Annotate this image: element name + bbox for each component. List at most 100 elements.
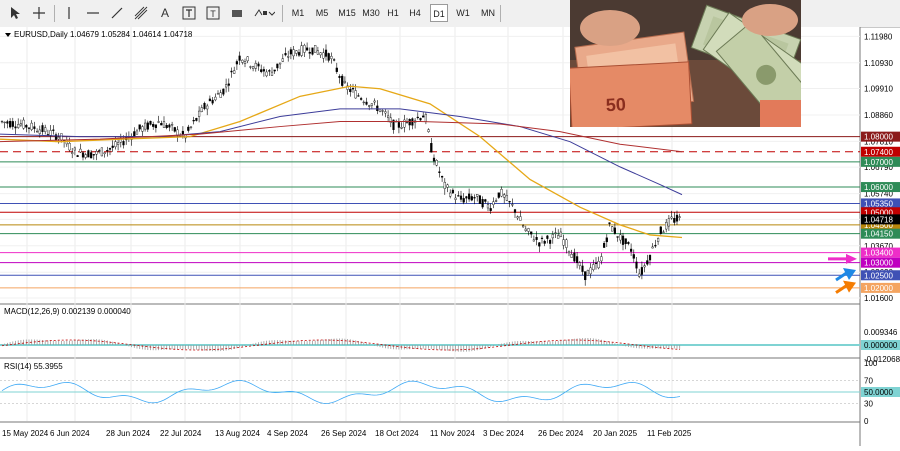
- candle: [276, 63, 279, 69]
- timeframe-d1[interactable]: D1: [430, 4, 448, 22]
- candle: [562, 239, 565, 246]
- date-tick: 26 Dec 2024: [538, 429, 584, 438]
- candle: [8, 121, 12, 128]
- candle: [71, 152, 74, 154]
- level-label: 1.03000: [861, 257, 900, 268]
- candle: [527, 228, 530, 232]
- candle: [630, 248, 633, 252]
- candle: [211, 99, 214, 104]
- candle: [376, 105, 379, 111]
- candle: [443, 181, 446, 189]
- date-tick: 11 Nov 2024: [430, 429, 475, 438]
- timeframe-w1[interactable]: W1: [454, 4, 472, 22]
- candle: [616, 236, 619, 238]
- level-label: 1.04150: [861, 228, 900, 239]
- candle: [262, 69, 265, 72]
- horizontal-line-icon[interactable]: [84, 3, 102, 23]
- label-icon[interactable]: T: [204, 3, 222, 23]
- candle: [489, 208, 492, 211]
- timeframe-m5[interactable]: M5: [312, 4, 332, 22]
- candle: [373, 100, 376, 103]
- candle: [665, 222, 668, 230]
- candle: [233, 70, 236, 74]
- candle: [387, 115, 390, 118]
- candle: [33, 126, 36, 129]
- timeframe-h4[interactable]: H4: [406, 4, 424, 22]
- text-icon[interactable]: A: [156, 3, 174, 23]
- timeframe-mn[interactable]: MN: [478, 4, 498, 22]
- candle: [300, 45, 303, 56]
- candle: [651, 246, 654, 249]
- candle: [206, 105, 209, 110]
- candle: [224, 84, 228, 88]
- candle: [549, 240, 552, 244]
- level-label: 1.08000: [861, 131, 900, 142]
- candle: [481, 199, 484, 208]
- candle: [351, 88, 355, 90]
- shapes-icon[interactable]: [252, 3, 276, 23]
- level-label: 1.02000: [861, 282, 900, 293]
- candle: [322, 52, 325, 59]
- candle: [141, 126, 144, 132]
- timeframe-h1[interactable]: H1: [384, 4, 402, 22]
- candle: [381, 110, 384, 112]
- candle: [243, 61, 247, 65]
- date-tick: 26 Sep 2024: [321, 429, 367, 438]
- candle: [95, 151, 98, 155]
- candle: [181, 130, 184, 135]
- candle: [530, 231, 533, 235]
- candle: [659, 226, 662, 234]
- text-label-icon[interactable]: [180, 3, 198, 23]
- candle: [457, 195, 460, 197]
- rectangle-icon[interactable]: [228, 3, 246, 23]
- candle: [484, 199, 487, 202]
- candle: [214, 96, 217, 101]
- candle: [524, 228, 527, 232]
- candle: [168, 124, 171, 128]
- svg-text:1.07400: 1.07400: [864, 148, 893, 157]
- candle: [192, 119, 195, 122]
- candle: [314, 45, 317, 53]
- candle: [581, 265, 584, 272]
- candle: [478, 195, 481, 204]
- candle: [451, 189, 454, 194]
- candle: [87, 150, 90, 158]
- timeframe-m15[interactable]: M15: [336, 4, 358, 22]
- timeframe-m30[interactable]: M30: [360, 4, 382, 22]
- candle: [465, 196, 468, 199]
- candle: [446, 184, 449, 188]
- svg-text:1.04718: 1.04718: [864, 215, 893, 224]
- channel-icon[interactable]: [132, 3, 150, 23]
- candle: [495, 200, 498, 202]
- candle: [454, 197, 457, 200]
- candle: [621, 235, 625, 245]
- candle: [662, 231, 665, 233]
- candle: [500, 189, 503, 197]
- crosshair-icon[interactable]: [30, 3, 48, 23]
- date-tick: 22 Jul 2024: [160, 429, 202, 438]
- cursor-icon[interactable]: [6, 3, 24, 23]
- candle: [197, 110, 201, 117]
- vertical-line-icon[interactable]: [60, 3, 78, 23]
- svg-text:50: 50: [605, 94, 626, 115]
- timeframe-m1[interactable]: M1: [288, 4, 308, 22]
- trendline-icon[interactable]: [108, 3, 126, 23]
- candle: [297, 52, 301, 56]
- candle: [30, 122, 33, 130]
- money-photo: 50 50: [570, 0, 801, 127]
- candle: [470, 196, 473, 201]
- candle: [543, 240, 546, 244]
- candle: [519, 216, 522, 221]
- candle: [138, 124, 141, 130]
- date-tick: 6 Jun 2024: [50, 429, 90, 438]
- candle: [565, 239, 568, 248]
- candle: [19, 123, 22, 126]
- candle: [162, 121, 166, 128]
- candle: [608, 222, 611, 224]
- rsi-label: RSI(14) 55.3955: [4, 362, 63, 371]
- candle: [673, 217, 676, 223]
- candle: [154, 124, 157, 129]
- candle: [327, 53, 330, 61]
- date-tick: 3 Dec 2024: [483, 429, 524, 438]
- candle: [22, 119, 25, 129]
